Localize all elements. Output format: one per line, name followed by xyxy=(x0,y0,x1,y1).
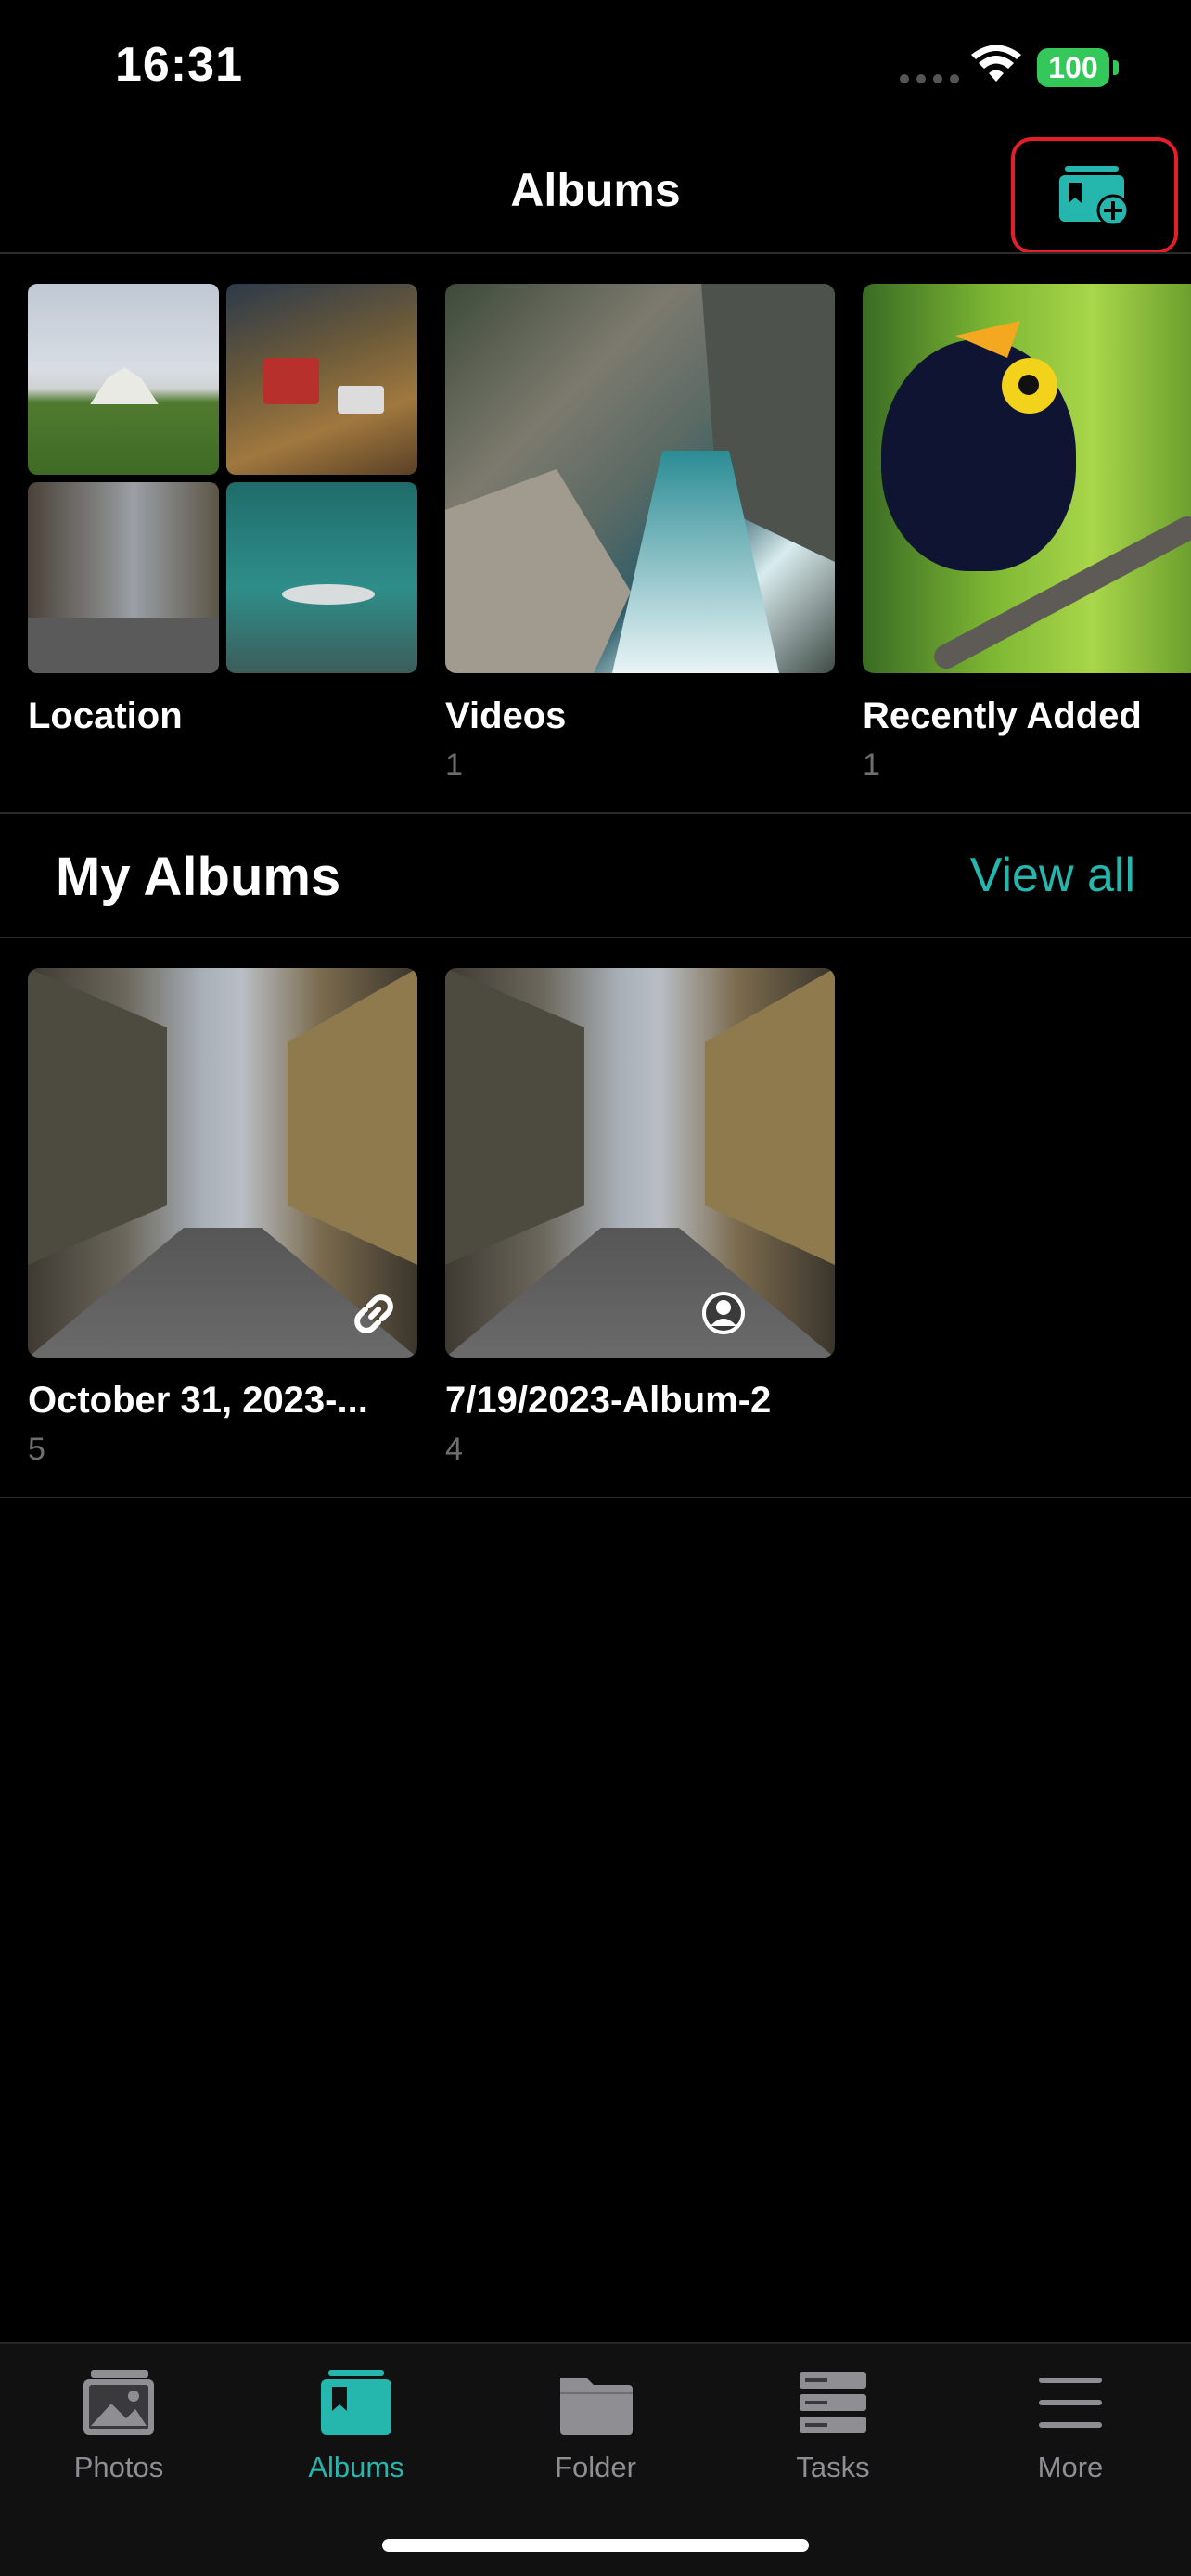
person-icon xyxy=(702,1292,745,1334)
tab-albums-label: Albums xyxy=(308,2451,404,2483)
view-all-link[interactable]: View all xyxy=(970,848,1135,903)
album-location-label: Location xyxy=(28,695,183,736)
tab-more-label: More xyxy=(1037,2451,1104,2483)
my-albums-title: My Albums xyxy=(56,847,341,907)
location-photo-aquarium xyxy=(226,482,417,673)
album-recently-added-label: Recently Added xyxy=(863,695,1142,736)
album-location-thumbnail[interactable] xyxy=(28,284,417,673)
cellular-signal-icon xyxy=(900,74,959,83)
tab-folder-label: Folder xyxy=(555,2451,636,2483)
wifi-icon xyxy=(971,45,1021,82)
album-recently-added-count: 1 xyxy=(863,747,880,783)
my-album-label-2: 7/19/2023-Album-2 xyxy=(445,1380,772,1421)
add-album-button[interactable] xyxy=(1011,137,1178,254)
my-album-thumbnail-2[interactable] xyxy=(445,968,835,1358)
album-recently-added-thumbnail[interactable] xyxy=(863,284,1191,673)
location-photo-traffic xyxy=(226,284,417,475)
tab-photos[interactable]: Photos xyxy=(7,2370,230,2484)
tab-folder[interactable]: Folder xyxy=(484,2370,707,2484)
my-album-count-2: 4 xyxy=(445,1432,463,1467)
location-photo-lotus-temple xyxy=(28,284,219,475)
my-album-count-1: 5 xyxy=(28,1432,45,1467)
header-divider xyxy=(0,252,1191,254)
battery-icon: 100 xyxy=(1037,48,1109,87)
tab-albums[interactable]: Albums xyxy=(245,2370,467,2484)
add-album-icon xyxy=(1059,166,1130,225)
home-indicator xyxy=(382,2539,809,2552)
battery-cap xyxy=(1113,60,1119,75)
folder-icon xyxy=(560,2378,633,2435)
albums-bottom-divider xyxy=(0,1497,1191,1498)
album-videos-thumbnail[interactable] xyxy=(445,284,835,673)
photos-icon xyxy=(83,2370,154,2435)
menu-icon xyxy=(1039,2378,1102,2428)
tasks-icon xyxy=(800,2372,866,2433)
status-time: 16:31 xyxy=(115,38,243,92)
tab-more[interactable]: More xyxy=(959,2370,1182,2484)
album-videos-count: 1 xyxy=(445,747,463,783)
album-videos-label: Videos xyxy=(445,695,567,736)
status-bar: 16:31 100 xyxy=(0,0,1191,130)
tab-tasks[interactable]: Tasks xyxy=(722,2370,944,2484)
my-albums-divider xyxy=(0,937,1191,938)
my-album-thumbnail-1[interactable] xyxy=(28,968,417,1358)
my-album-label-1: October 31, 2023-... xyxy=(28,1380,368,1421)
section-divider xyxy=(0,812,1191,814)
link-icon xyxy=(354,1294,393,1333)
location-photo-street xyxy=(28,482,219,673)
tab-tasks-label: Tasks xyxy=(796,2451,870,2483)
tab-photos-label: Photos xyxy=(73,2451,164,2483)
albums-icon xyxy=(321,2370,391,2435)
